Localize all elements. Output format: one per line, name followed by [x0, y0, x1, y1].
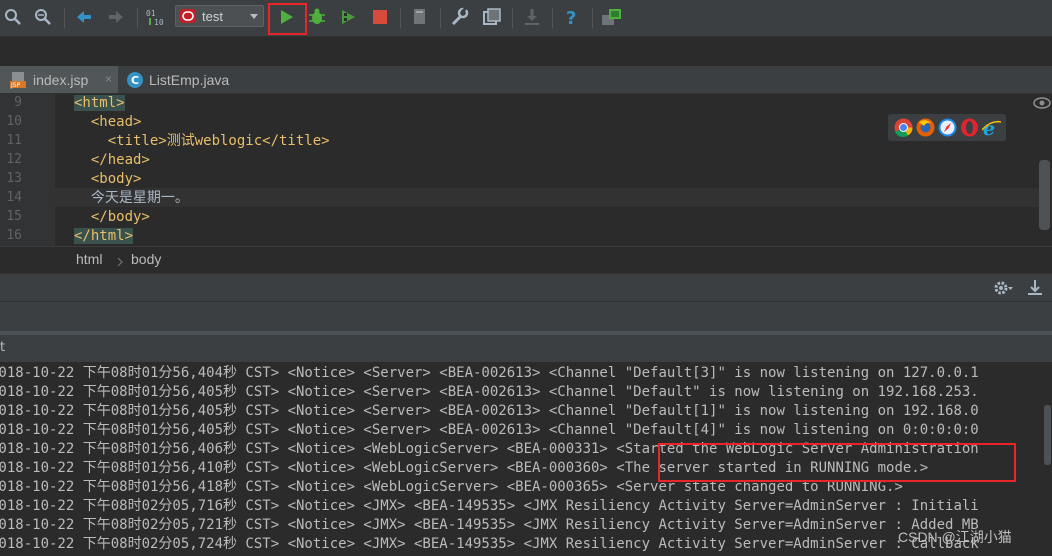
- console-line: 2018-10-22 下午08时01分56,404秒 CST> <Notice>…: [0, 365, 979, 381]
- code-line: <body>: [74, 171, 142, 187]
- breadcrumb: html body: [0, 246, 1052, 274]
- hide-panel-icon[interactable]: [1027, 279, 1043, 297]
- svg-text:JSP: JSP: [10, 82, 21, 89]
- console-line: 2018-10-22 下午08时01分56,405秒 CST> <Notice>…: [0, 384, 979, 400]
- sdk-icon[interactable]: [481, 6, 503, 28]
- run-toolbar: [0, 301, 1052, 332]
- console-line: 2018-10-22 下午08时02分05,724秒 CST> <Notice>…: [0, 536, 979, 552]
- code-line: <html>: [74, 95, 125, 111]
- safari-icon[interactable]: [938, 118, 957, 137]
- running-mode-highlight: [658, 443, 1016, 482]
- tab-label: ListEmp.java: [149, 71, 230, 88]
- code-line: <head>: [74, 114, 142, 130]
- run-configuration-label: test: [202, 9, 223, 24]
- gear-icon[interactable]: [993, 279, 1015, 297]
- console-line: 2018-10-22 下午08时01分56,405秒 CST> <Notice>…: [0, 403, 979, 419]
- line-number: 13: [6, 171, 22, 186]
- chevron-down-icon: [250, 14, 258, 19]
- eye-icon[interactable]: [1033, 95, 1051, 114]
- toolbar-separator: [64, 8, 65, 28]
- code-line: 今天是星期一。: [74, 190, 189, 206]
- zoom-in-icon[interactable]: [2, 6, 24, 28]
- tab-label: index.jsp: [33, 71, 89, 88]
- console-line: 2018-10-22 下午08时02分05,721秒 CST> <Notice>…: [0, 517, 979, 533]
- plugin-icon[interactable]: [601, 6, 623, 28]
- download-icon[interactable]: [521, 6, 543, 28]
- opera-icon[interactable]: [960, 118, 979, 137]
- firefox-icon[interactable]: [916, 118, 935, 137]
- svg-text:C: C: [131, 74, 139, 87]
- stop-icon[interactable]: [369, 6, 391, 28]
- svg-text:?: ?: [566, 8, 576, 27]
- project-structure-icon[interactable]: [409, 6, 431, 28]
- editor-scrollbar[interactable]: [1039, 160, 1050, 230]
- editor-gutter: 9 10 11 12 13 14 15 16: [0, 94, 55, 246]
- code-line: <title>测试weblogic</title>: [74, 133, 330, 149]
- console-line: 2018-10-22 下午08时01分56,405秒 CST> <Notice>…: [0, 422, 979, 438]
- line-number: 14: [6, 190, 22, 205]
- help-icon[interactable]: ?: [561, 6, 583, 28]
- toolbar-separator: [592, 8, 593, 28]
- toolbar-separator: [440, 8, 441, 28]
- weblogic-icon: [180, 9, 196, 23]
- toolbar-separator: [400, 8, 401, 28]
- code-line: </html>: [74, 228, 134, 244]
- editor-tab-bar: JSP index.jsp × C ListEmp.java: [0, 66, 1052, 94]
- forward-arrow-icon[interactable]: [105, 6, 127, 28]
- code-line: </head>: [74, 152, 150, 168]
- tool-window-header: [0, 273, 1052, 302]
- console-scrollbar[interactable]: [1044, 405, 1051, 465]
- settings-icon[interactable]: [449, 6, 471, 28]
- svg-text:01: 01: [146, 9, 156, 18]
- current-line-highlight: [55, 188, 1040, 207]
- console-line: 2018-10-22 下午08时02分05,716秒 CST> <Notice>…: [0, 498, 979, 514]
- line-number: 10: [6, 114, 22, 129]
- tab-listemp-java[interactable]: C ListEmp.java: [118, 66, 256, 93]
- zoom-out-icon[interactable]: [32, 6, 54, 28]
- breadcrumb-item[interactable]: html: [76, 251, 102, 267]
- internet-explorer-icon[interactable]: e: [982, 118, 1001, 137]
- binary-icon[interactable]: 01 10: [145, 6, 167, 28]
- toolbar-separator: [552, 8, 553, 28]
- line-number: 11: [6, 133, 22, 148]
- line-number: 15: [6, 209, 22, 224]
- debug-icon[interactable]: [306, 6, 328, 28]
- main-toolbar: 01 10 test ?: [0, 0, 1052, 37]
- line-number: 9: [14, 95, 22, 110]
- line-number: 12: [6, 152, 22, 167]
- tab-index-jsp[interactable]: JSP index.jsp ×: [0, 66, 118, 93]
- line-number: 16: [6, 228, 22, 243]
- run-button-highlight: [268, 3, 307, 35]
- console-tab-header: t: [0, 335, 1052, 362]
- run-configuration-select[interactable]: test: [175, 5, 264, 27]
- chevron-right-icon: [117, 257, 123, 267]
- console-tab-label[interactable]: t: [0, 340, 5, 355]
- watermark: CSDN @江湖小猫: [898, 529, 1012, 545]
- breadcrumb-item[interactable]: body: [131, 251, 161, 267]
- code-line: </body>: [74, 209, 150, 225]
- browser-preview-bar: e: [888, 114, 1006, 141]
- svg-text:10: 10: [154, 18, 164, 27]
- java-class-icon: C: [127, 71, 143, 88]
- toolbar-separator: [512, 8, 513, 28]
- chrome-icon[interactable]: [894, 118, 913, 137]
- coverage-icon[interactable]: [337, 6, 359, 28]
- back-arrow-icon[interactable]: [73, 6, 95, 28]
- toolbar-separator: [137, 8, 138, 28]
- close-icon[interactable]: ×: [105, 72, 112, 86]
- jsp-file-icon: JSP: [10, 71, 26, 89]
